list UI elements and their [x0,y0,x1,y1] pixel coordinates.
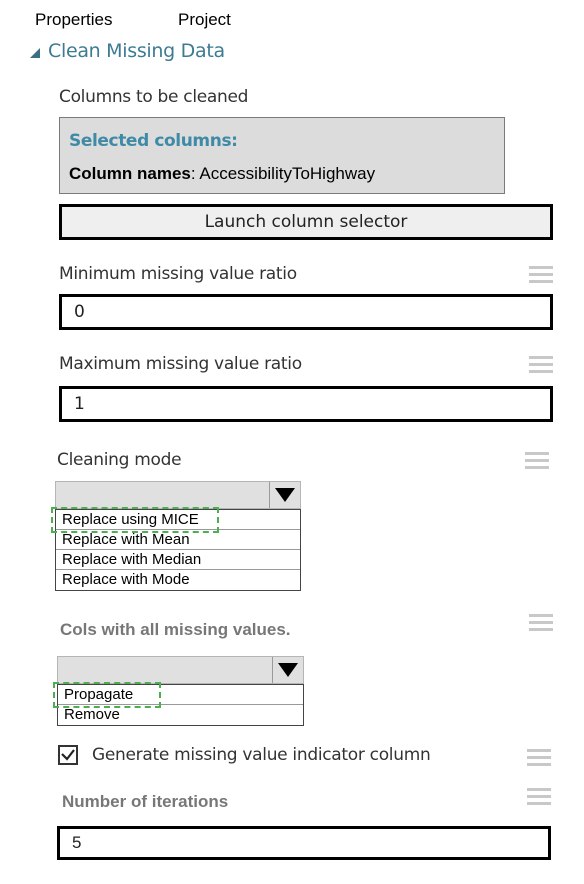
option-remove[interactable]: Remove [58,705,303,725]
option-replace-with-median[interactable]: Replace with Median [56,550,300,570]
column-names-line: Column names: AccessibilityToHighway [69,164,375,184]
dropdown-arrow-icon[interactable] [272,657,303,683]
column-names-value: : AccessibilityToHighway [190,164,376,183]
cleaning-mode-label: Cleaning mode [57,450,182,470]
option-replace-with-mode[interactable]: Replace with Mode [56,570,300,590]
cols-all-missing-options: Propagate Remove [53,682,304,726]
cleaning-mode-dropdown[interactable] [55,481,301,509]
dropdown-arrow-icon[interactable] [269,482,300,508]
option-replace-with-mean[interactable]: Replace with Mean [56,530,300,550]
hamburger-menu-icon[interactable] [529,614,553,632]
column-names-label: Column names [69,164,191,183]
cols-all-missing-dropdown[interactable] [57,656,304,684]
hamburger-menu-icon[interactable] [525,452,549,470]
cleaning-mode-options: Replace using MICE Replace with Mean Rep… [51,507,301,591]
iterations-label: Number of iterations [62,792,229,811]
max-ratio-input[interactable]: 1 [59,386,553,422]
launch-column-selector-button[interactable]: Launch column selector [59,204,553,240]
hamburger-menu-icon[interactable] [527,749,551,767]
indicator-checkbox-label[interactable]: Generate missing value indicator column [92,745,431,765]
min-ratio-label: Minimum missing value ratio [59,264,297,284]
tab-project[interactable]: Project [178,10,231,30]
min-ratio-input[interactable]: 0 [59,294,553,330]
selected-columns-box: Selected columns: Column names: Accessib… [59,117,505,194]
section-header-clean-missing-data[interactable]: Clean Missing Data [30,40,225,62]
selected-columns-title: Selected columns: [69,131,238,151]
iterations-input[interactable]: 5 [57,826,551,860]
checkmark-icon [61,749,75,761]
hamburger-menu-icon[interactable] [527,788,551,806]
max-ratio-label: Maximum missing value ratio [59,354,302,374]
cols-all-missing-label: Cols with all missing values. [60,620,291,639]
hamburger-menu-icon[interactable] [529,356,553,374]
tab-properties[interactable]: Properties [35,10,112,30]
columns-to-clean-label: Columns to be cleaned [59,87,249,107]
collapse-triangle-icon[interactable] [30,48,40,58]
indicator-checkbox[interactable] [58,745,78,765]
section-title: Clean Missing Data [48,40,225,62]
hamburger-menu-icon[interactable] [529,266,553,284]
option-propagate[interactable]: Propagate [53,682,303,708]
option-replace-using-mice[interactable]: Replace using MICE [51,507,300,533]
